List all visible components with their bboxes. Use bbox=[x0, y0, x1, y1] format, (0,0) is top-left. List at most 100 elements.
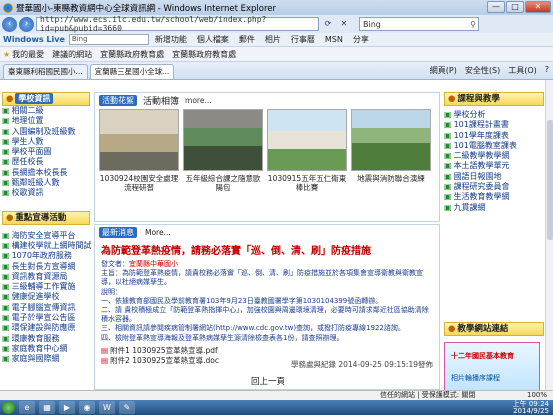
windows-live-brand[interactable]: Windows Live bbox=[3, 35, 65, 44]
live-link-profile[interactable]: 個人檔案 bbox=[197, 34, 229, 45]
list-item[interactable]: ▣ 歷任校長 bbox=[2, 157, 90, 167]
list-item[interactable]: ▣ 課程研究委員會 bbox=[444, 182, 544, 192]
list-item[interactable]: ▣ 健康促進學校 bbox=[2, 292, 90, 302]
photo-card[interactable]: 1030924校園安全處理流程研習 bbox=[99, 109, 179, 192]
maximize-button[interactable]: □ bbox=[506, 1, 524, 13]
ie-logo-icon bbox=[3, 2, 13, 13]
vertical-scrollbar[interactable] bbox=[545, 80, 553, 390]
more-link[interactable]: More... bbox=[145, 228, 171, 237]
list-item[interactable]: ▣ 環保建設與防應原 bbox=[2, 323, 90, 333]
favorite-link[interactable]: 宜蘭縣政府教育處 bbox=[100, 49, 164, 60]
photo-caption[interactable]: 五年級綜合課之隨意歐陽包 bbox=[183, 174, 263, 192]
photo-thumbnail[interactable] bbox=[351, 109, 431, 171]
list-item[interactable]: ▣ 入園編制及班級數 bbox=[2, 127, 90, 137]
live-link-msn[interactable]: MSN bbox=[325, 35, 343, 44]
refresh-icon[interactable]: ⟳ bbox=[321, 17, 335, 31]
live-link-calendar[interactable]: 行事曆 bbox=[291, 34, 315, 45]
search-icon[interactable]: ⚲ bbox=[470, 20, 476, 29]
list-item[interactable]: ▣ 生活教育教學網 bbox=[444, 192, 544, 202]
stop-icon[interactable]: ✕ bbox=[337, 17, 351, 31]
photo-card[interactable]: 1030915五年五仁衛東棒比賽 bbox=[267, 109, 347, 192]
list-item[interactable]: ▣ 本土語教學單元 bbox=[444, 161, 544, 171]
url-input[interactable]: http://www.ecs.ilc.edu.tw/school/web/ind… bbox=[36, 15, 319, 33]
back-page-link[interactable]: 回上一頁 bbox=[95, 375, 441, 387]
list-item[interactable]: ▣ 101課程計畫書 bbox=[444, 120, 544, 130]
list-item[interactable]: ▣ 海防安全宣導平台 bbox=[2, 231, 90, 241]
list-item[interactable]: ▣ 校歌資訊 bbox=[2, 188, 90, 198]
photo-caption[interactable]: 地震與消防聯合演練 bbox=[351, 174, 431, 183]
favorite-link[interactable]: 宜蘭縣政府教育處 bbox=[172, 49, 236, 60]
news-line: 三、相關資訊請參閱疾病管制署網站(http://www.cdc.gov.tw)查… bbox=[101, 324, 405, 333]
list-item[interactable]: ▣ 電子於學宣公告區 bbox=[2, 313, 90, 323]
browser-tab[interactable]: 臺東縣利稻國民國小... bbox=[3, 64, 88, 79]
photo-caption[interactable]: 1030924校園安全處理流程研習 bbox=[99, 174, 179, 192]
list-item[interactable]: ▣ 101學年度課表 bbox=[444, 131, 544, 141]
list-item[interactable]: ▣ 資訊教育資源局 bbox=[2, 272, 90, 282]
taskbar-app-icon[interactable]: ✎ bbox=[119, 401, 135, 414]
photo-card[interactable]: 地震與消防聯合演練 bbox=[351, 109, 431, 192]
page-menu[interactable]: 網頁(P) bbox=[430, 65, 457, 76]
more-link[interactable]: more... bbox=[185, 96, 212, 105]
taskbar-chrome-icon[interactable]: ◉ bbox=[79, 401, 95, 414]
curriculum-header: ● 課程與教學 bbox=[444, 92, 544, 106]
back-button[interactable]: ‹ bbox=[2, 16, 17, 32]
start-button[interactable] bbox=[2, 401, 15, 414]
list-item[interactable]: ▣ 學校分析 bbox=[444, 110, 544, 120]
list-item[interactable]: ▣ 101電腦教室課表 bbox=[444, 141, 544, 151]
list-item[interactable]: ▣ 二級教學教學網 bbox=[444, 151, 544, 161]
system-clock[interactable]: 上午 09:24 2014/9/25 bbox=[513, 400, 549, 415]
taskbar-ie-icon[interactable]: e bbox=[19, 401, 35, 414]
list-item[interactable]: ▣ 三級輔導工作實施 bbox=[2, 282, 90, 292]
taskbar-word-icon[interactable]: W bbox=[99, 401, 115, 414]
favorite-link[interactable]: 建議的網站 bbox=[52, 49, 92, 60]
list-item[interactable]: ▣ 國語日報園地 bbox=[444, 172, 544, 182]
photo-card[interactable]: 五年級綜合課之隨意歐陽包 bbox=[183, 109, 263, 192]
zoom-level[interactable]: 100% bbox=[527, 391, 547, 400]
live-link-share[interactable]: 分享 bbox=[353, 34, 369, 45]
forward-button[interactable]: › bbox=[19, 16, 34, 32]
attachment-link[interactable]: ▤ 附件1 1030925宣革熱宣導.pdf bbox=[101, 346, 433, 356]
minimize-button[interactable]: — bbox=[487, 1, 505, 13]
browser-tab-active[interactable]: 宜蘭縣三星國小全球... bbox=[89, 64, 175, 79]
list-item[interactable]: ▣ 構建校學就上網時間試 bbox=[2, 241, 92, 251]
education-banner[interactable]: 十二年國民基本教育 相片輪播序課程 bbox=[444, 342, 540, 390]
photo-thumbnail[interactable] bbox=[183, 109, 263, 171]
live-link-mail[interactable]: 郵件 bbox=[239, 34, 255, 45]
pdf-icon: ▤ bbox=[101, 345, 109, 355]
taskbar-explorer-icon[interactable]: ▦ bbox=[39, 401, 55, 414]
list-item[interactable]: ▣ 電子腳腦宣傳資訊 bbox=[2, 303, 90, 313]
favorites-button[interactable]: 我的最愛 bbox=[12, 49, 44, 60]
list-item[interactable]: ▣ 家庭教育中心網 bbox=[2, 344, 90, 354]
taskbar-media-icon[interactable]: ▶ bbox=[59, 401, 75, 414]
list-item[interactable]: ▣ 環康教育服務 bbox=[2, 334, 90, 344]
leaf-icon: ▣ bbox=[2, 157, 10, 167]
list-item[interactable]: ▣ 甄鄰班級人數 bbox=[2, 178, 90, 188]
bing-search-input[interactable]: Bing bbox=[68, 34, 149, 45]
campaign-header: ● 重點宣導活動 bbox=[2, 210, 90, 225]
photo-caption[interactable]: 1030915五年五仁衛東棒比賽 bbox=[267, 174, 347, 192]
help-menu[interactable]: ? bbox=[545, 65, 549, 76]
live-link-whats-new[interactable]: 新增功能 bbox=[155, 34, 187, 45]
safety-menu[interactable]: 安全性(S) bbox=[465, 65, 500, 76]
list-item[interactable]: ▣ 學生人數 bbox=[2, 137, 90, 147]
photo-thumbnail[interactable] bbox=[267, 109, 347, 171]
leaf-icon: ▣ bbox=[444, 120, 452, 130]
close-button[interactable]: ✕ bbox=[525, 1, 551, 13]
live-link-photos[interactable]: 相片 bbox=[265, 34, 281, 45]
photo-thumbnail[interactable] bbox=[99, 109, 179, 171]
list-item[interactable]: ▣ 長生對長方宣導網 bbox=[2, 262, 90, 272]
tools-menu[interactable]: 工具(O) bbox=[508, 65, 537, 76]
search-input[interactable]: Bing ⚲ bbox=[359, 17, 479, 31]
list-item[interactable]: ▣ 地理位置 bbox=[2, 116, 90, 126]
leaf-icon: ▣ bbox=[444, 110, 452, 119]
list-item[interactable]: ▣ 九貫課網 bbox=[444, 203, 544, 213]
list-item[interactable]: ▣ 長網擔本校長長 bbox=[2, 168, 90, 178]
school-info-header: ● 學校資訊 bbox=[2, 92, 90, 106]
scrollbar-thumb[interactable] bbox=[547, 120, 553, 240]
campaign-label: 重點宣導活動 bbox=[15, 212, 67, 223]
list-item[interactable]: ▣ 學校平面圖 bbox=[2, 147, 90, 157]
leaf-icon: ▣ bbox=[2, 292, 10, 302]
list-item[interactable]: ▣ 家庭與國際網 bbox=[2, 354, 90, 364]
list-item[interactable]: ▣ 相關二級 bbox=[2, 106, 90, 116]
list-item[interactable]: ▣ 1070年政府服務 bbox=[2, 251, 90, 261]
